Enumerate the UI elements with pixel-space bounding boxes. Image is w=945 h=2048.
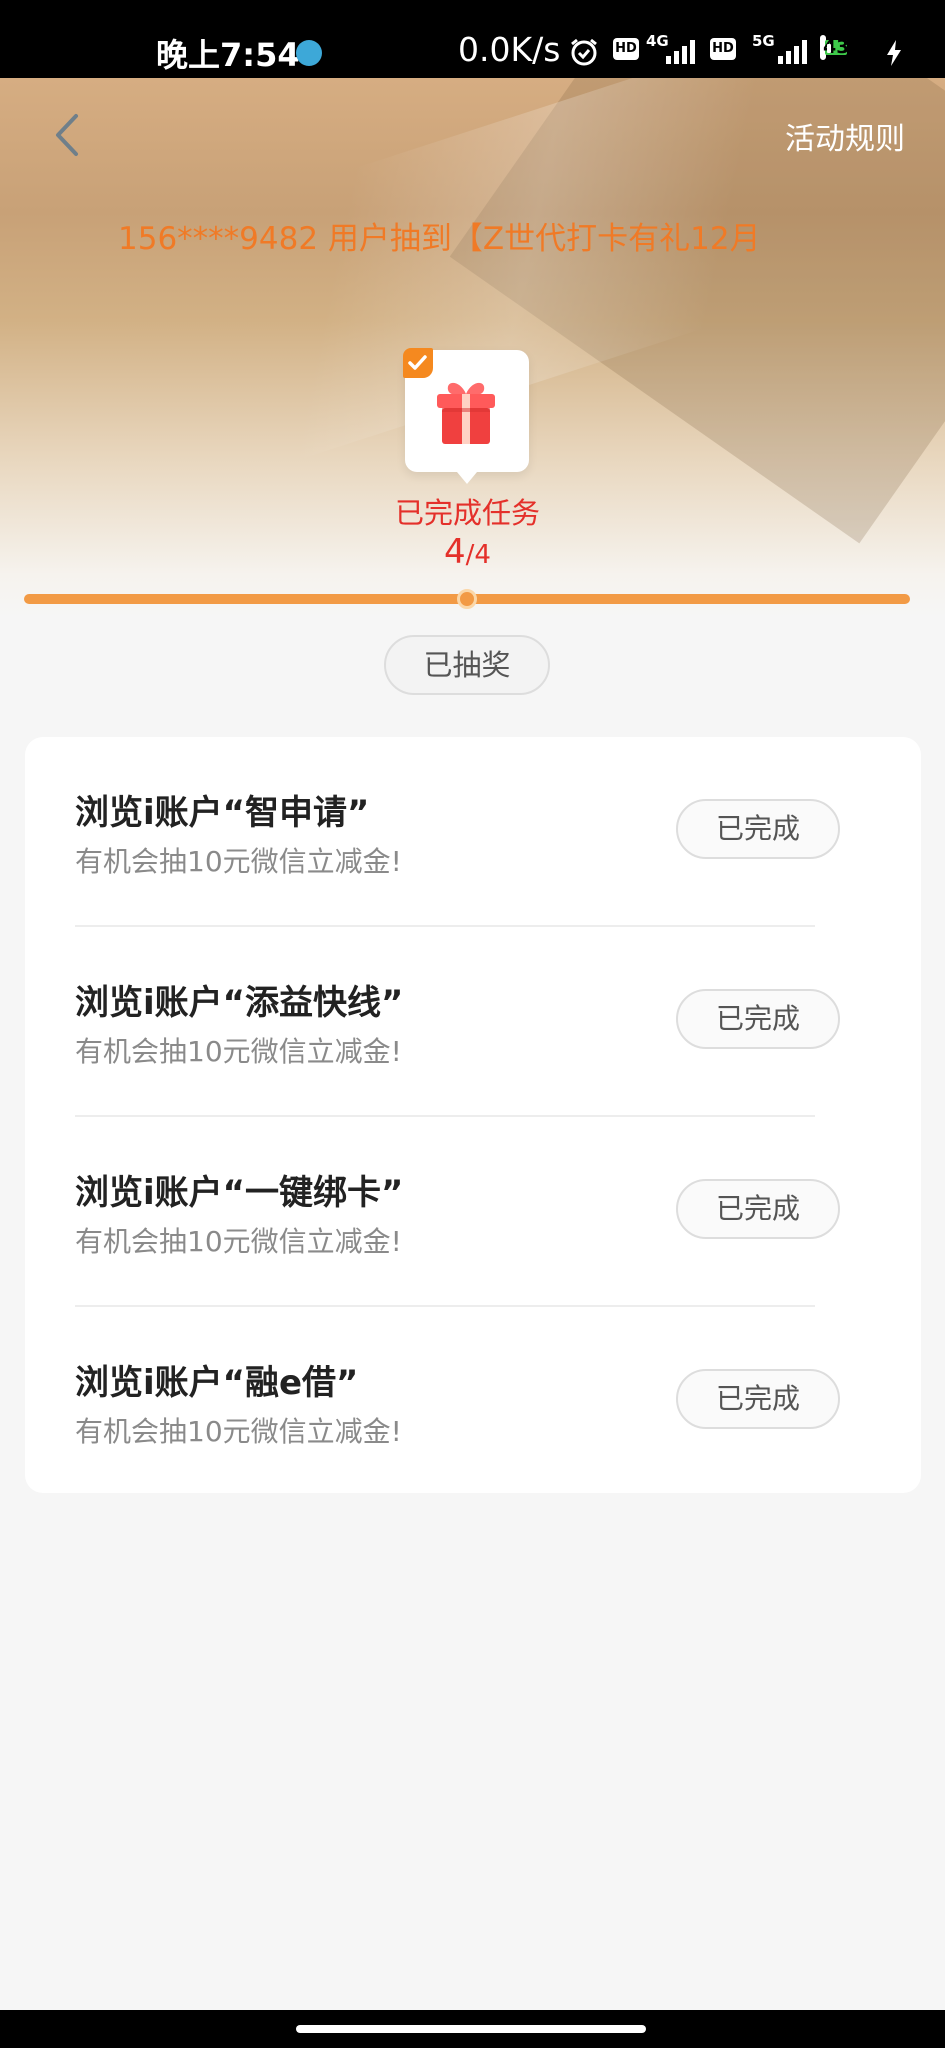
task-description: 有机会抽10元微信立减金! — [75, 1415, 402, 1448]
task-done-count: 4 — [444, 532, 466, 572]
network-type-5g: 5G — [752, 32, 775, 50]
hd-icon: HD — [613, 38, 639, 60]
gift-icon — [437, 382, 495, 444]
home-indicator[interactable] — [296, 2025, 646, 2033]
drawn-button[interactable]: 已抽奖 — [384, 635, 550, 695]
task-title: 浏览i账户“添益快线” — [75, 983, 404, 1023]
completed-tasks-label: 已完成任务 — [394, 496, 540, 530]
task-item: 浏览i账户“一键绑卡” 有机会抽10元微信立减金! 已完成 — [25, 1117, 855, 1307]
back-button[interactable] — [48, 110, 88, 160]
signal-icon — [778, 38, 807, 64]
task-title: 浏览i账户“智申请” — [75, 793, 370, 833]
task-description: 有机会抽10元微信立减金! — [75, 1225, 402, 1258]
task-list: 浏览i账户“智申请” 有机会抽10元微信立减金! 已完成 浏览i账户“添益快线”… — [25, 737, 921, 1493]
network-speed: 0.0K/s — [458, 30, 561, 69]
hd-icon: HD — [710, 38, 736, 60]
task-status-button[interactable]: 已完成 — [676, 989, 840, 1049]
activity-rules-link[interactable]: 活动规则 — [785, 114, 905, 158]
task-gift-box — [403, 348, 529, 484]
task-title: 浏览i账户“一键绑卡” — [75, 1173, 404, 1213]
check-icon — [403, 348, 433, 378]
signal-icon — [666, 38, 695, 64]
task-item: 浏览i账户“智申请” 有机会抽10元微信立减金! 已完成 — [25, 737, 855, 927]
chevron-left-icon — [56, 114, 78, 156]
task-status-button[interactable]: 已完成 — [676, 1369, 840, 1429]
task-status-button[interactable]: 已完成 — [676, 799, 840, 859]
progress-marker — [457, 589, 477, 609]
task-description: 有机会抽10元微信立减金! — [75, 1035, 402, 1068]
task-item: 浏览i账户“融e借” 有机会抽10元微信立减金! 已完成 — [25, 1307, 855, 1497]
task-title: 浏览i账户“融e借” — [75, 1363, 359, 1403]
task-count: 4/4 — [0, 532, 935, 572]
status-bar: 晚上7:54 0.0K/s HD 4G HD 5G 43 — [0, 0, 945, 78]
status-time: 晚上7:54 — [156, 36, 300, 74]
app-indicator-icon — [296, 40, 322, 66]
battery-icon: 43 — [820, 35, 849, 60]
task-description: 有机会抽10元微信立减金! — [75, 845, 402, 878]
task-status-button[interactable]: 已完成 — [676, 1179, 840, 1239]
alarm-icon — [568, 36, 600, 72]
charging-icon — [886, 40, 902, 70]
task-item: 浏览i账户“添益快线” 有机会抽10元微信立减金! 已完成 — [25, 927, 855, 1117]
task-total-count: /4 — [465, 540, 491, 570]
winner-ticker: 156****9482 用户抽到【Z世代打卡有礼12月 — [118, 221, 761, 257]
